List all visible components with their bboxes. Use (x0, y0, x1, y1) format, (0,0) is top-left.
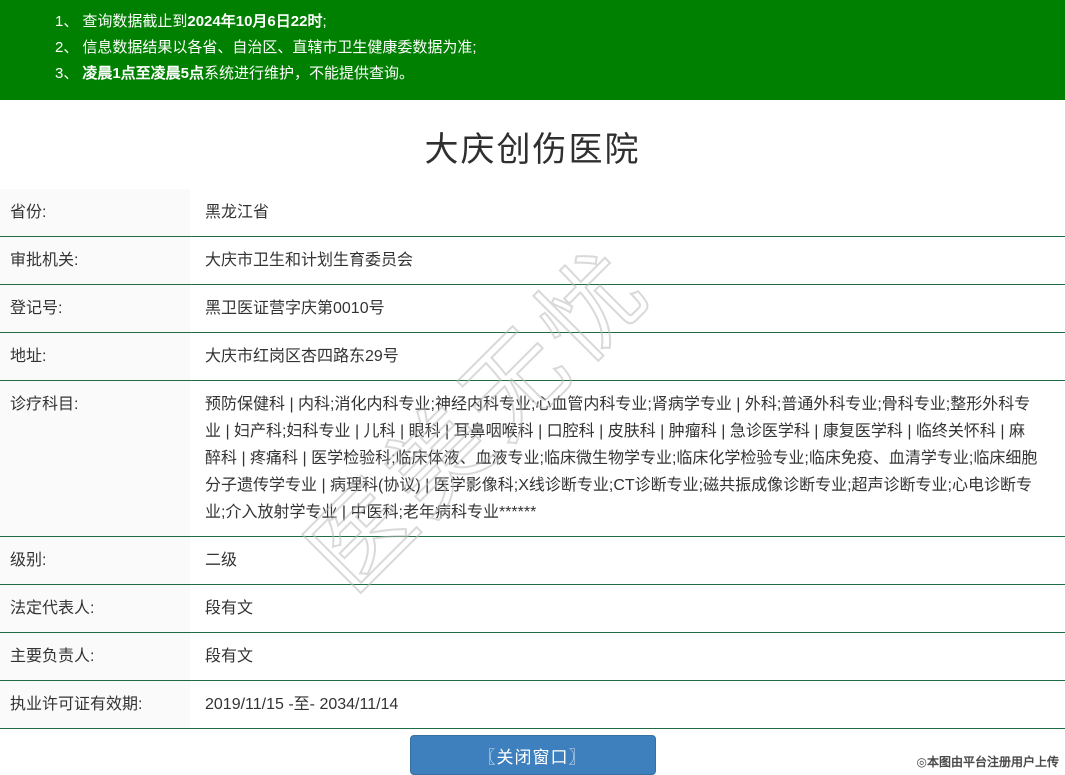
notice-line-2: 2、 信息数据结果以各省、自治区、直辖市卫生健康委数据为准; (55, 35, 1055, 61)
table-row-principal: 主要负责人: 段有文 (0, 633, 1065, 681)
row-value: 大庆市卫生和计划生育委员会 (205, 252, 414, 269)
row-value: 段有文 (205, 648, 254, 665)
notice-banner: 1、 查询数据截止到2024年10月6日22时; 2、 信息数据结果以各省、自治区、… (0, 0, 1065, 100)
notice-number: 1、 (55, 13, 79, 30)
row-label: 诊疗科目: (0, 381, 190, 536)
table-row-medical-departments: 诊疗科目: 预防保健科 | 内科;消化内科专业;神经内科专业;心血管内科专业;肾… (0, 381, 1065, 537)
table-row-province: 省份: 黑龙江省 (0, 189, 1065, 237)
row-value: 预防保健科 | 内科;消化内科专业;神经内科专业;心血管内科专业;肾病学专业 |… (205, 396, 1038, 521)
table-row-level: 级别: 二级 (0, 537, 1065, 585)
row-value: 大庆市红岗区杏四路东29号 (205, 348, 399, 365)
row-label: 执业许可证有效期: (0, 681, 190, 728)
notice-number: 2、 (55, 39, 79, 56)
notice-line-3: 3、 凌晨1点至凌晨5点系统进行维护，不能提供查询。 (55, 61, 1055, 87)
row-value: 2019/11/15 -至- 2034/11/14 (205, 696, 399, 713)
page-title: 大庆创伤医院 (424, 131, 641, 169)
row-label: 审批机关: (0, 237, 190, 284)
notice-number: 3、 (55, 65, 79, 82)
notice-text: 信息数据结果以各省、自治区、直辖市卫生健康委数据为准; (82, 39, 477, 56)
uploader-note: ◎本图由平台注册用户上传 (916, 755, 1059, 769)
hospital-info-table: 省份: 黑龙江省 审批机关: 大庆市卫生和计划生育委员会 登记号: 黑卫医证营字… (0, 189, 1065, 729)
row-label: 法定代表人: (0, 585, 190, 632)
row-value: 二级 (205, 552, 238, 569)
notice-text-bold: 2024年10月6日22时 (187, 13, 323, 30)
table-row-approval-authority: 审批机关: 大庆市卫生和计划生育委员会 (0, 237, 1065, 285)
notice-line-1: 1、 查询数据截止到2024年10月6日22时; (55, 9, 1055, 35)
notice-text-bold: 凌晨1点至凌晨5点 (82, 65, 205, 82)
row-value: 黑龙江省 (205, 204, 270, 221)
notice-text: 查询数据截止到 (82, 13, 188, 30)
notice-text: 系统进行维护，不能提供查询。 (204, 65, 415, 82)
table-row-license-validity: 执业许可证有效期: 2019/11/15 -至- 2034/11/14 (0, 681, 1065, 729)
table-row-registration-number: 登记号: 黑卫医证营字庆第0010号 (0, 285, 1065, 333)
row-label: 省份: (0, 189, 190, 236)
close-window-button[interactable]: 〖关闭窗口〗 (409, 735, 656, 775)
table-row-legal-representative: 法定代表人: 段有文 (0, 585, 1065, 633)
row-label: 级别: (0, 537, 190, 584)
row-label: 地址: (0, 333, 190, 380)
row-value: 段有文 (205, 600, 254, 617)
hospital-license-query-page: { "banner": { "items": [ { "num": "1、", … (0, 0, 1065, 775)
row-label: 主要负责人: (0, 633, 190, 680)
button-row: 〖关闭窗口〗 (0, 735, 1065, 775)
table-row-address: 地址: 大庆市红岗区杏四路东29号 (0, 333, 1065, 381)
row-label: 登记号: (0, 285, 190, 332)
notice-text: ; (322, 13, 327, 30)
row-value: 黑卫医证营字庆第0010号 (205, 300, 385, 317)
